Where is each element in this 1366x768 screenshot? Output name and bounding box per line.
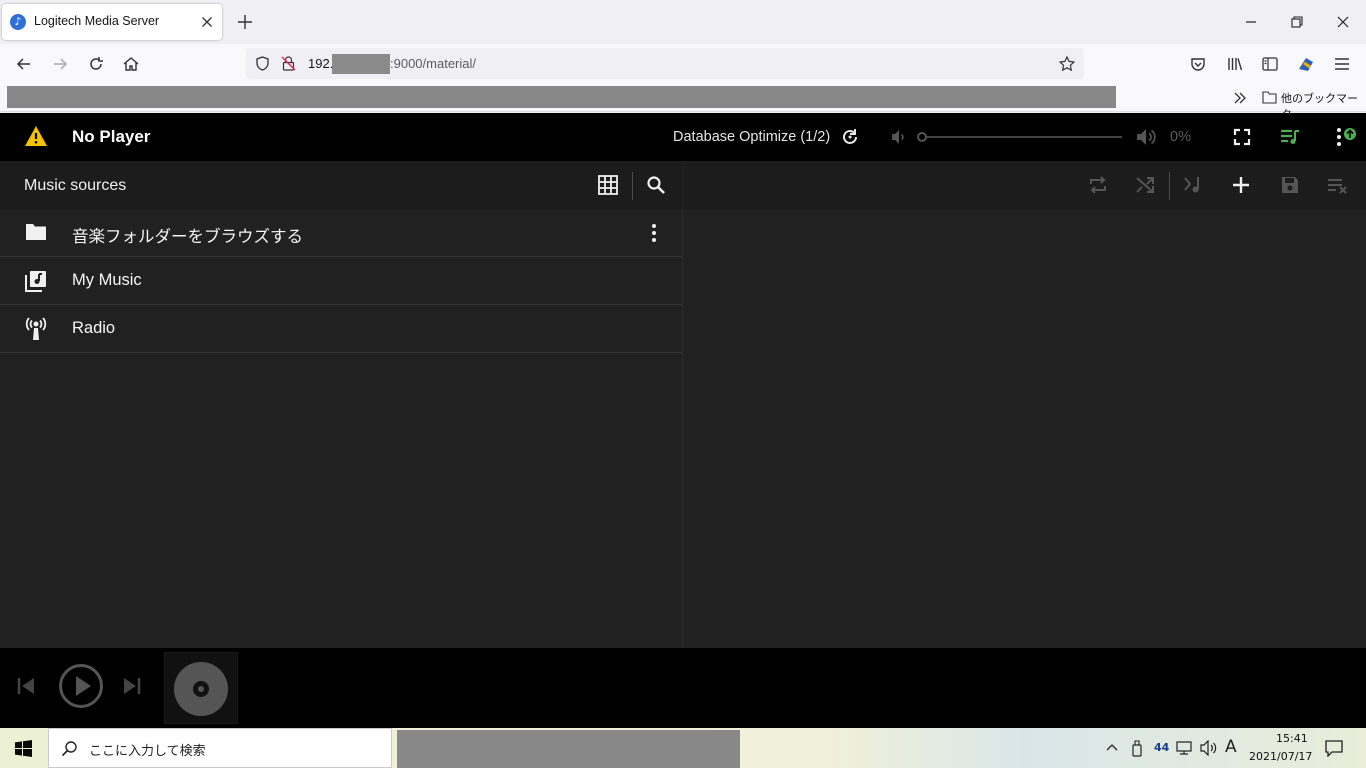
start-button[interactable] [0,728,48,768]
music-note-favicon-icon: ♪ [10,14,26,30]
insecure-lock-icon[interactable] [280,55,297,72]
queue-header [684,161,1366,209]
ime-mode-indicator[interactable]: A [1225,737,1237,757]
address-bar[interactable]: 192. :9000/material/ [246,48,1084,79]
folder-icon [26,224,46,240]
player-name[interactable]: No Player [72,127,150,147]
list-item-browse-folder[interactable]: 音楽フォルダーをブラウズする [0,209,683,257]
radio-tower-icon [25,317,47,340]
header-divider [632,172,633,200]
search-icon[interactable] [645,174,667,196]
shield-icon[interactable] [254,55,271,72]
windows-taskbar: ここに入力して検索 44 A 15:41 2021/07/17 [0,728,1366,768]
restore-icon[interactable] [1287,12,1307,32]
play-circle-icon[interactable] [58,663,104,709]
volume-slider[interactable] [926,136,1122,138]
notification-icon[interactable] [1324,739,1344,757]
skip-next-icon[interactable] [120,674,144,698]
skip-previous-icon[interactable] [14,674,38,698]
close-window-icon[interactable] [1333,12,1353,32]
list-item-label: 音楽フォルダーをブラウズする [72,228,303,246]
volume-down-icon[interactable] [888,127,908,147]
browse-title: Music sources [24,177,127,194]
library-icon[interactable] [1225,54,1245,74]
media-server-app: No Player Database Optimize (1/2) 0% Mus… [0,113,1366,728]
usb-device-icon[interactable] [1130,739,1144,757]
clock-date[interactable]: 2021/07/17 [1249,750,1312,763]
tab-title: Logitech Media Server [34,14,160,28]
refresh-icon[interactable] [839,126,861,148]
library-music-icon [25,271,46,292]
new-tab-icon[interactable] [236,13,254,31]
queue-music-icon[interactable] [1279,127,1301,147]
scan-status: Database Optimize (1/2) [673,129,831,145]
menu-hamburger-icon[interactable] [1332,54,1352,74]
save-icon[interactable] [1279,174,1301,196]
browse-header: Music sources [0,161,683,209]
list-item-label: My Music [72,271,142,289]
home-icon[interactable] [121,54,141,74]
search-icon [61,741,77,757]
clock-time[interactable]: 15:41 [1276,732,1308,745]
list-item-label: Radio [72,319,116,337]
clear-queue-icon[interactable] [1326,175,1350,195]
url-path: :9000/material/ [390,56,476,71]
grid-view-icon[interactable] [597,174,619,196]
chevron-up-icon[interactable] [1105,741,1119,755]
more-vert-update-icon[interactable] [1334,125,1358,149]
close-tab-icon[interactable] [199,14,215,30]
forward-arrow-icon[interactable] [50,54,70,74]
disc-icon [174,662,228,716]
extension-icon[interactable] [1296,54,1316,74]
album-cover[interactable] [164,652,238,724]
navigation-toolbar: 192. :9000/material/ [0,44,1366,84]
music-note-jump-icon[interactable] [1182,174,1204,196]
chevron-double-right-icon[interactable] [1232,90,1248,106]
bookmarks-toolbar: 他のブックマーク [0,84,1366,121]
player-toolbar: No Player Database Optimize (1/2) 0% [0,113,1366,161]
fullscreen-icon[interactable] [1232,127,1252,147]
warning-icon[interactable] [24,125,48,147]
folder-icon [1262,91,1277,104]
more-vert-icon[interactable] [642,221,666,245]
queue-pane [684,161,1366,648]
reload-icon[interactable] [86,54,106,74]
repeat-icon[interactable] [1086,174,1110,196]
redacted-ip [332,54,390,74]
volume-slider-knob[interactable] [917,132,927,142]
windows-logo-icon [15,740,32,757]
volume-percent: 0% [1170,129,1191,145]
system-tray: 44 A 15:41 2021/07/17 [1100,728,1366,768]
volume-up-icon[interactable] [1134,126,1158,148]
url-host: 192. [308,56,334,71]
list-item-radio[interactable]: Radio [0,305,683,353]
back-arrow-icon[interactable] [14,54,34,74]
search-placeholder: ここに入力して検索 [89,744,206,759]
browser-tab[interactable]: ♪ Logitech Media Server [2,4,222,40]
add-icon[interactable] [1231,175,1251,195]
shuffle-icon[interactable] [1134,174,1156,196]
now-playing-bar [0,648,1366,728]
header-divider [1169,172,1170,200]
list-item-my-music[interactable]: My Music [0,257,683,305]
redacted-bookmarks [7,86,1116,108]
redacted-taskbar-apps [397,730,740,768]
taskbar-search-box[interactable]: ここに入力して検索 [48,728,392,768]
speaker-icon[interactable] [1199,739,1219,757]
minimize-icon[interactable] [1241,12,1261,32]
sidebar-icon[interactable] [1260,54,1280,74]
network-icon[interactable] [1175,739,1193,757]
bookmark-star-icon[interactable] [1058,55,1076,73]
tray-badge-count[interactable]: 44 [1154,741,1169,754]
browse-pane: Music sources 音楽フォルダーをブラウズする My Music Ra… [0,161,683,648]
pocket-icon[interactable] [1188,54,1208,74]
browser-tab-strip: ♪ Logitech Media Server [0,0,1366,44]
